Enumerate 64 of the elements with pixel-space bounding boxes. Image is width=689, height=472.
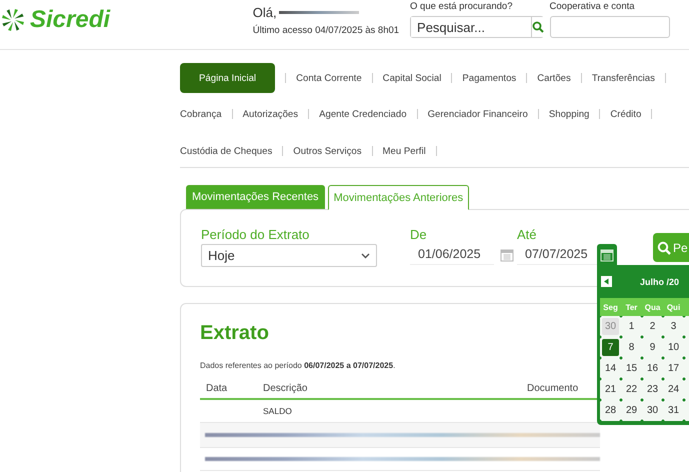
- logo-text: Sicredi: [30, 6, 110, 34]
- statement-title: Extrato: [200, 322, 269, 345]
- calendar-day[interactable]: 2: [644, 318, 661, 335]
- last-access-text: Último acesso 04/07/2025 às 8h01: [252, 25, 400, 36]
- calendar-day[interactable]: 31: [665, 402, 682, 419]
- nav-link[interactable]: Capital Social: [382, 72, 442, 84]
- calendar-day[interactable]: 28: [602, 402, 619, 419]
- previous-month-icon[interactable]: [601, 276, 612, 287]
- period-select[interactable]: Hoje: [201, 244, 377, 267]
- nav-link[interactable]: Autorizações: [242, 108, 298, 120]
- calendar-day[interactable]: 30: [644, 402, 661, 419]
- column-header: Descrição: [263, 382, 308, 394]
- calendar-day[interactable]: 23: [644, 381, 661, 398]
- nav-link[interactable]: Custódia de Cheques: [180, 146, 272, 156]
- month-title: Julho /20: [640, 276, 680, 286]
- nav-link[interactable]: Página Inicial: [180, 63, 276, 93]
- nav-link[interactable]: Agente Credenciado: [319, 108, 407, 120]
- calendar-day[interactable]: 7: [602, 339, 619, 356]
- nav-link[interactable]: Transferências: [592, 72, 655, 84]
- from-label: De: [410, 227, 428, 242]
- chevron-down-icon: [361, 252, 370, 258]
- table-cell-text: SALDO: [263, 406, 293, 416]
- nav-link[interactable]: Gerenciador Financeiro: [428, 108, 528, 120]
- to-label: Até: [517, 227, 538, 242]
- nav-link[interactable]: Meu Perfil: [382, 146, 426, 156]
- calendar-day[interactable]: 14: [602, 360, 619, 377]
- search-icon: [657, 240, 671, 254]
- calendar-day[interactable]: 9: [644, 339, 661, 356]
- period-label: Período do Extrato: [201, 227, 310, 242]
- nav-link[interactable]: Shopping: [548, 108, 590, 120]
- calendar-day[interactable]: 24: [665, 381, 682, 398]
- nav-link[interactable]: Pagamentos: [462, 72, 516, 84]
- calendar-day[interactable]: 16: [644, 360, 661, 377]
- account-label: Cooperativa e conta: [550, 1, 636, 12]
- greeting: Olá,: [252, 5, 277, 20]
- calendar-day[interactable]: 17: [665, 360, 682, 377]
- weekday-label: Seg: [602, 302, 619, 312]
- calendar-day[interactable]: 8: [623, 339, 640, 356]
- calendar-day[interactable]: 10: [665, 339, 682, 356]
- calendar-day[interactable]: 1: [623, 318, 640, 335]
- nav-link[interactable]: Outros Serviços: [293, 146, 362, 156]
- calendar-day[interactable]: 15: [623, 360, 640, 377]
- weekday-label: Ter: [624, 302, 638, 312]
- column-header: Data: [205, 382, 228, 394]
- calendar-icon[interactable]: [597, 244, 617, 266]
- account-field[interactable]: [550, 16, 670, 38]
- search-field[interactable]: Pesquisar...: [410, 16, 544, 38]
- weekday-label: Qui: [666, 302, 682, 312]
- from-date-field[interactable]: 01/06/2025: [410, 244, 494, 265]
- nav-link[interactable]: Cartões: [537, 72, 571, 84]
- calendar-icon[interactable]: [500, 248, 514, 262]
- logo-icon: [0, 7, 26, 33]
- calendar-day[interactable]: 3: [665, 318, 682, 335]
- calendar-day[interactable]: 29: [623, 402, 640, 419]
- period-text: Dados referentes ao período 06/07/2025 a 07/07/2025.: [200, 361, 396, 370]
- search-icon[interactable]: [531, 17, 544, 37]
- calendar-day[interactable]: 21: [602, 381, 619, 398]
- nav-link[interactable]: Cobrança: [180, 108, 222, 120]
- nav-link[interactable]: Conta Corrente: [296, 72, 362, 84]
- calendar-day[interactable]: 22: [623, 381, 640, 398]
- nav-link[interactable]: Crédito: [610, 108, 642, 120]
- weekday-label: Qua: [644, 302, 662, 312]
- column-header: Documento: [527, 382, 580, 394]
- search-label: O que está procurando?: [410, 1, 514, 12]
